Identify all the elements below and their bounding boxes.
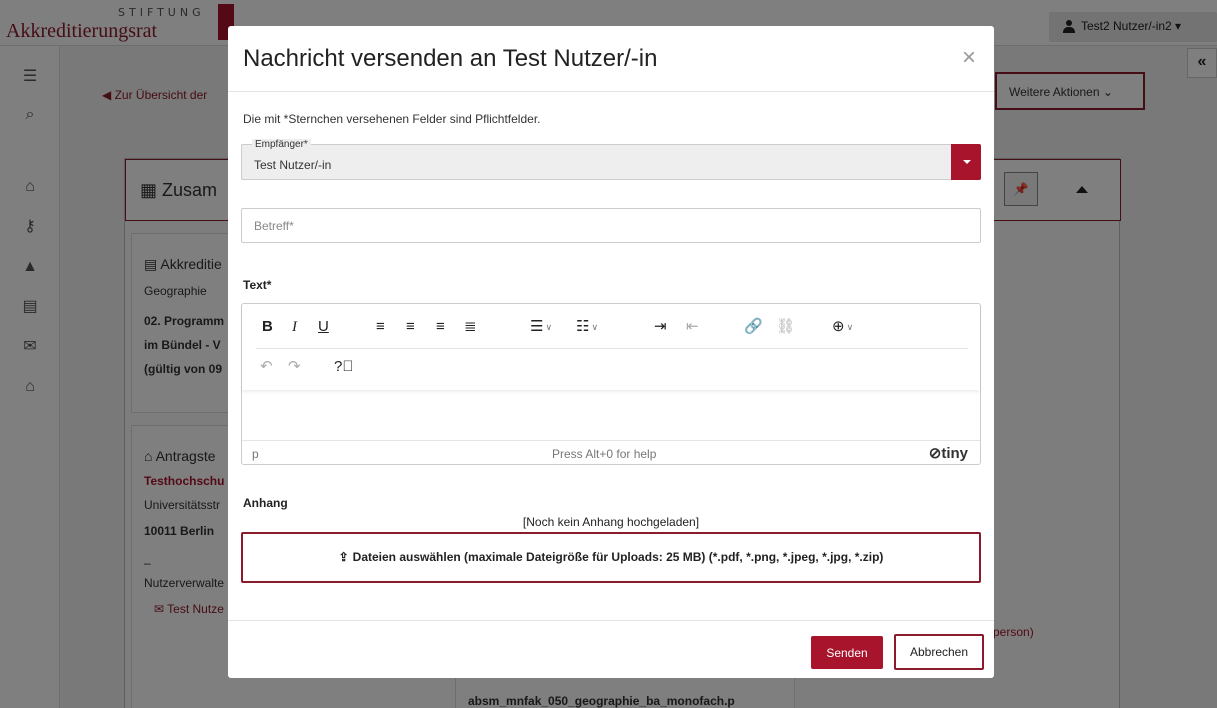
recipient-select[interactable]: Empfänger* Test Nutzer/-in [241,139,981,180]
close-icon[interactable]: × [962,46,976,70]
align-center-icon[interactable]: ≡ [406,315,415,339]
undo-icon[interactable]: ↶ [260,355,273,379]
modal-header: Nachricht versenden an Test Nutzer/-in × [228,26,994,92]
send-button[interactable]: Senden [811,636,883,669]
unlink-icon[interactable]: ⛓ [776,315,795,339]
cancel-button[interactable]: Abbrechen [894,634,984,670]
message-modal: Nachricht versenden an Test Nutzer/-in ×… [228,26,994,678]
element-path[interactable]: p [252,447,259,461]
editor-content-area[interactable] [242,390,980,440]
tiny-logo-icon: ⊘ [928,445,942,462]
tiny-logo[interactable]: ⊘tiny [929,444,968,462]
upload-icon: ⇪ [338,550,349,564]
link-icon[interactable]: 🔗 [744,315,763,339]
subject-input[interactable] [241,208,981,243]
outdent-icon[interactable]: ⇤ [686,315,699,339]
align-right-icon[interactable]: ≡ [436,315,445,339]
upload-label: Dateien auswählen (maximale Dateigröße f… [352,550,884,564]
recipient-label: Empfänger* [252,139,311,150]
rich-text-editor: B I U ≡ ≡ ≡ ≣ ☰∨ ☷∨ ⇥ ⇤ 🔗 ⛓ ⊕∨ ↶ ↷ ?⃝ [241,303,981,465]
required-fields-note: Die mit *Sternchen versehenen Felder sin… [243,112,541,126]
help-icon[interactable]: ?⃝ [334,355,354,379]
bold-button[interactable]: B [262,315,273,339]
text-label: Text* [243,278,272,292]
align-left-icon[interactable]: ≡ [376,315,385,339]
modal-footer: Senden Abbrechen [228,620,994,678]
file-upload-button[interactable]: ⇪ Dateien auswählen (maximale Dateigröße … [241,532,981,583]
no-attachment-text: [Noch kein Anhang hochgeladen] [522,515,700,529]
toolbar-divider [256,348,968,349]
indent-icon[interactable]: ⇥ [654,315,667,339]
chevron-down-icon[interactable] [951,144,981,180]
language-icon[interactable]: ⊕ ∨ [832,315,853,339]
editor-statusbar: p Press Alt+0 for help ⊘tiny [242,440,980,464]
bullet-list-icon[interactable]: ☰ ∨ [530,315,552,339]
tiny-logo-label: tiny [941,445,968,462]
redo-icon[interactable]: ↷ [288,355,301,379]
align-justify-icon[interactable]: ≣ [464,315,477,339]
recipient-value: Test Nutzer/-in [254,158,332,172]
modal-title: Nachricht versenden an Test Nutzer/-in [243,45,658,72]
editor-toolbar: B I U ≡ ≡ ≡ ≣ ☰ ∨ ☷ ∨ ⇥ ⇤ 🔗 ⛓ ⊕ ∨ ↶ ↷ ?⃝ [242,304,980,390]
attachment-label: Anhang [243,496,288,510]
editor-help-hint: Press Alt+0 for help [552,447,657,461]
italic-button[interactable]: I [292,315,297,339]
underline-button[interactable]: U [318,315,329,339]
numbered-list-icon[interactable]: ☷ ∨ [576,315,598,339]
